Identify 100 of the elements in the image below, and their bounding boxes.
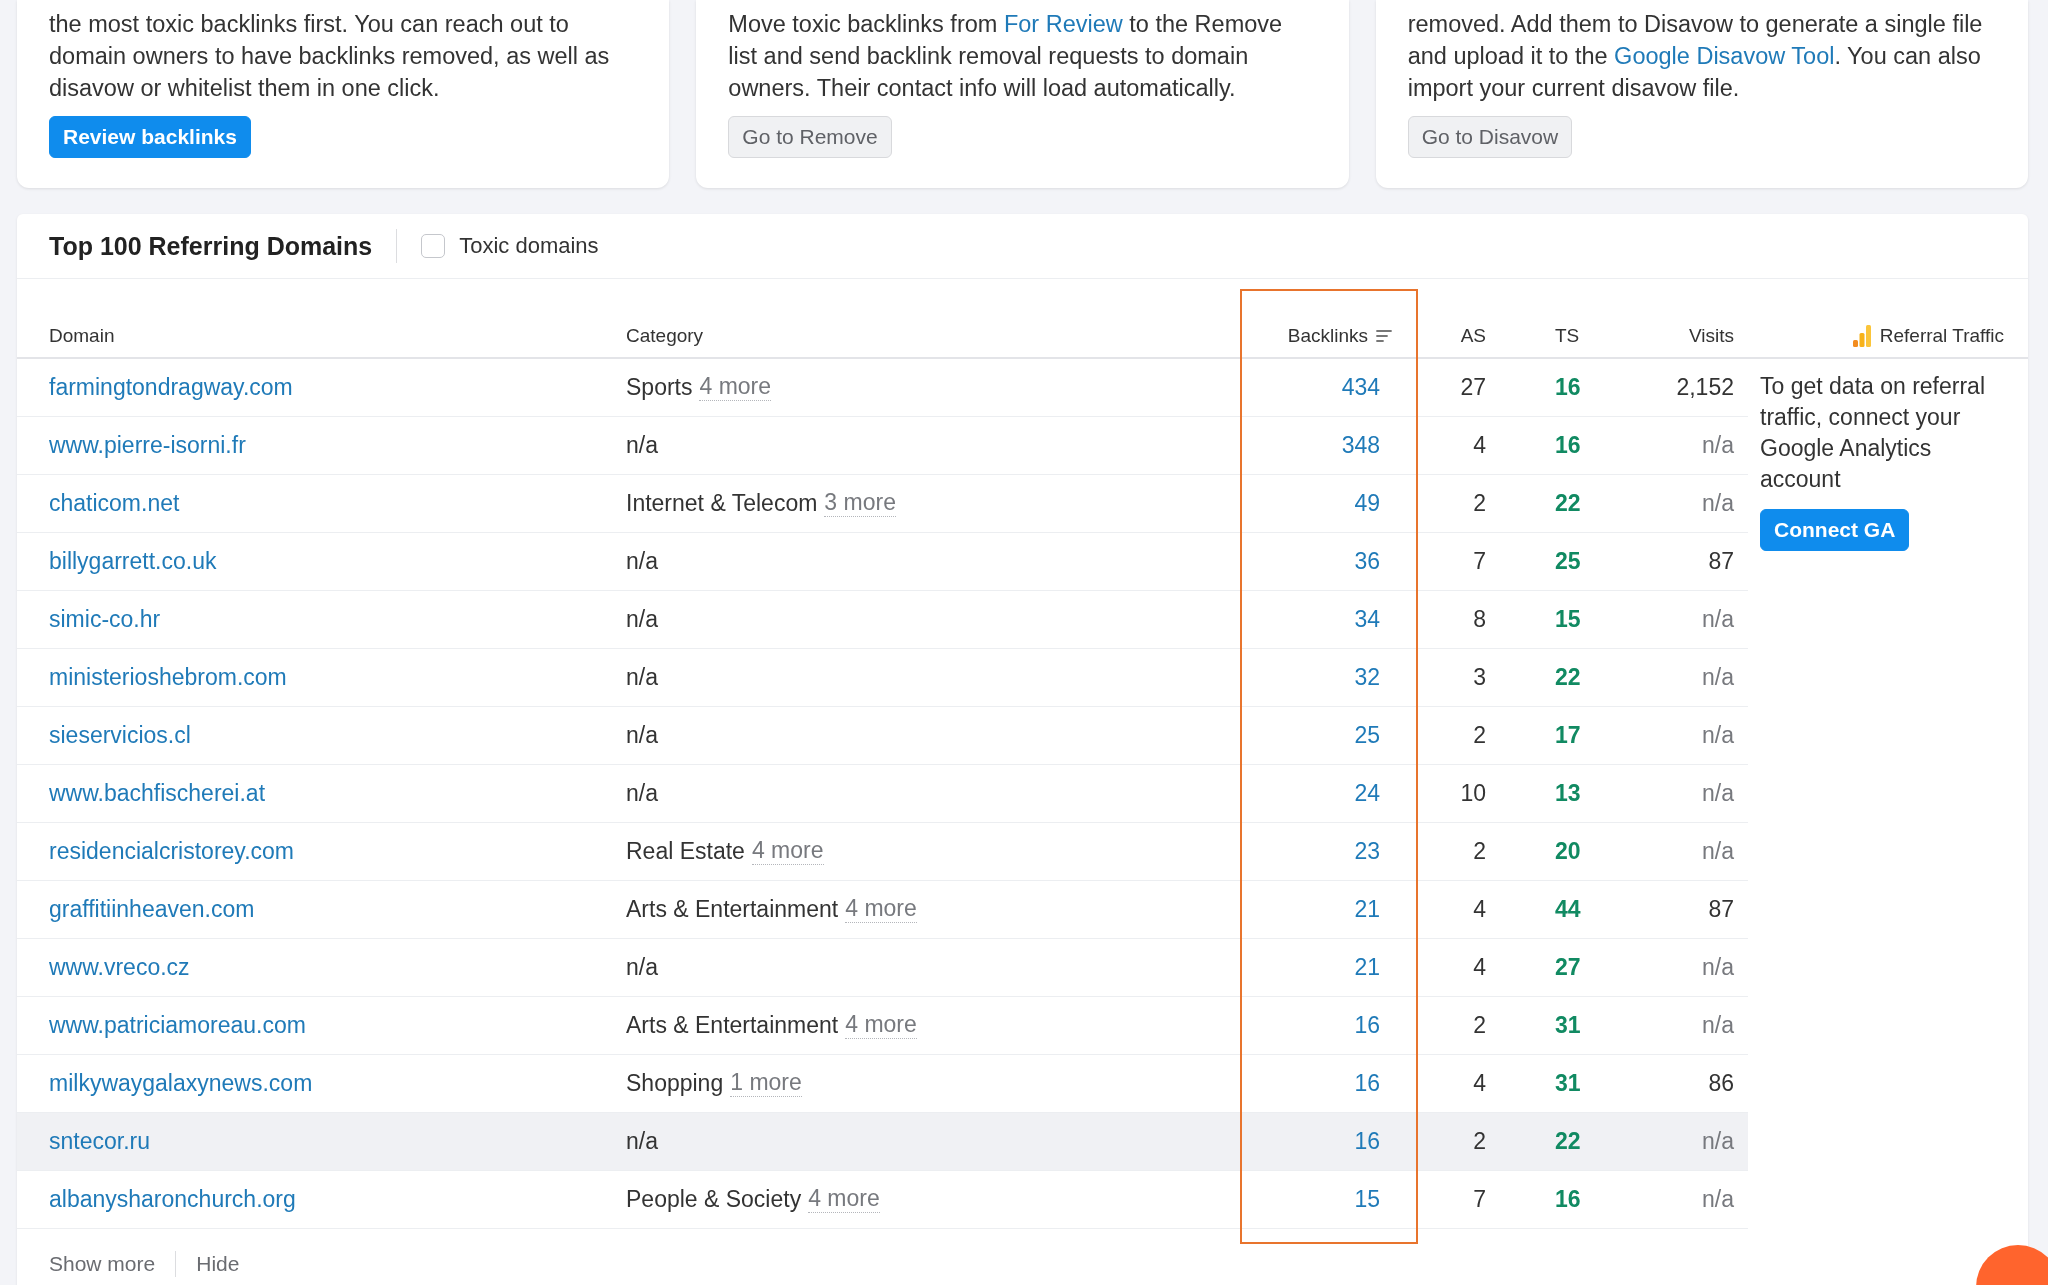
- domain-link[interactable]: sntecor.ru: [17, 1128, 150, 1155]
- text-link[interactable]: For Review: [1003, 11, 1123, 37]
- authority-score: 2: [1472, 838, 1487, 865]
- referral-message: To get data on referral traffic, connect your Google Analytics account: [1760, 372, 1987, 494]
- column-header[interactable]: Category: [626, 325, 704, 347]
- more-link[interactable]: 4 more: [808, 1186, 880, 1213]
- visits-value: n/a: [1701, 432, 1735, 459]
- backlinks-count[interactable]: 34: [1240, 606, 1418, 633]
- toxicity-score: 44: [1554, 896, 1582, 923]
- card-button[interactable]: Go to Disavow: [1407, 116, 1573, 158]
- backlinks-count[interactable]: 21: [1240, 896, 1418, 923]
- category-text: n/a: [626, 548, 658, 575]
- table-row[interactable]: www.pierre-isorni.fr n/a 348 4 16 n/a: [17, 417, 1748, 475]
- more-link[interactable]: 4 more: [845, 896, 917, 923]
- backlinks-count[interactable]: 16: [1240, 1070, 1418, 1097]
- footer-link[interactable]: Show more: [49, 1252, 156, 1276]
- more-link[interactable]: 3 more: [824, 490, 896, 517]
- bar-chart-icon: [1851, 325, 1872, 347]
- table-row[interactable]: milkywaygalaxynews.com Shopping 1 more 16 4 31 86: [17, 1055, 1748, 1113]
- table-row[interactable]: farmingtondragway.com Sports 4 more 434 27 16 2,152: [17, 359, 1748, 417]
- table-row[interactable]: billygarrett.co.uk n/a 36 7 25 87: [17, 533, 1748, 591]
- table-row[interactable]: residencialcristorey.com Real Estate 4 more 23 2 20 n/a: [17, 823, 1748, 881]
- authority-score: 4: [1472, 1070, 1487, 1097]
- backlinks-count[interactable]: 49: [1240, 490, 1418, 517]
- authority-score: 4: [1472, 954, 1487, 981]
- card-description: Move toxic backlinks from For Review to the Remove list and send backlink removal requests to domain owners. Their contact info will load automatically.: [728, 10, 1284, 103]
- domain-link[interactable]: simic-co.hr: [17, 606, 161, 633]
- domain-link[interactable]: billygarrett.co.uk: [17, 548, 217, 575]
- more-link[interactable]: 1 more: [730, 1070, 802, 1097]
- more-link[interactable]: 4 more: [699, 374, 772, 401]
- visits-value: n/a: [1701, 664, 1735, 691]
- toxicity-score: 13: [1554, 780, 1582, 807]
- category-text: People & Society: [626, 1186, 802, 1213]
- domain-link[interactable]: sieservicios.cl: [17, 722, 191, 749]
- column-header[interactable]: AS: [1460, 325, 1486, 347]
- visits-value: n/a: [1701, 838, 1735, 865]
- visits-value: n/a: [1701, 490, 1735, 517]
- table-row[interactable]: www.vreco.cz n/a 21 4 27 n/a: [17, 939, 1748, 997]
- column-header: Referral Traffic: [1879, 325, 2004, 347]
- backlinks-count[interactable]: 15: [1240, 1186, 1418, 1213]
- domain-link[interactable]: residencialcristorey.com: [17, 838, 294, 865]
- domain-link[interactable]: chaticom.net: [17, 490, 180, 517]
- text-link[interactable]: Google Disavow Tool: [1614, 43, 1835, 69]
- domain-link[interactable]: graffitiinheaven.com: [17, 896, 255, 923]
- visits-value: n/a: [1701, 1012, 1735, 1039]
- sort-icon: [1376, 329, 1392, 343]
- toxicity-score: 22: [1554, 664, 1582, 691]
- visits-value: 2,152: [1675, 374, 1735, 401]
- authority-score: 4: [1472, 896, 1487, 923]
- backlinks-count[interactable]: 25: [1240, 722, 1418, 749]
- toxicity-score: 16: [1554, 374, 1582, 401]
- table-row[interactable]: graffitiinheaven.com Arts & Entertainment 4 more 21 4 44 87: [17, 881, 1748, 939]
- domain-link[interactable]: farmingtondragway.com: [17, 374, 293, 401]
- category-text: Arts & Entertainment: [626, 1012, 839, 1039]
- connect-button[interactable]: Connect GA: [1760, 509, 1910, 551]
- column-header[interactable]: Backlinks: [1287, 325, 1368, 347]
- backlinks-count[interactable]: 36: [1240, 548, 1418, 575]
- column-header[interactable]: TS: [1555, 325, 1580, 347]
- table-row[interactable]: www.bachfischerei.at n/a 24 10 13 n/a: [17, 765, 1748, 823]
- backlinks-count[interactable]: 348: [1240, 432, 1418, 459]
- column-header[interactable]: Visits: [1688, 325, 1734, 347]
- card-button[interactable]: Go to Remove: [728, 116, 892, 158]
- category-text: n/a: [626, 722, 658, 749]
- category-text: Sports: [626, 374, 693, 401]
- table-row[interactable]: www.patriciamoreau.com Arts & Entertainment 4 more 16 2 31 n/a: [17, 997, 1748, 1055]
- more-link[interactable]: 4 more: [845, 1012, 917, 1039]
- domain-link[interactable]: www.pierre-isorni.fr: [17, 432, 246, 459]
- authority-score: 10: [1459, 780, 1487, 807]
- backlinks-count[interactable]: 16: [1240, 1128, 1418, 1155]
- backlinks-count[interactable]: 16: [1240, 1012, 1418, 1039]
- toxicity-score: 15: [1554, 606, 1582, 633]
- visits-value: n/a: [1701, 722, 1735, 749]
- authority-score: 7: [1472, 548, 1487, 575]
- table-row[interactable]: sieservicios.cl n/a 25 2 17 n/a: [17, 707, 1748, 765]
- category-text: n/a: [626, 432, 658, 459]
- table-row[interactable]: ministerioshebrom.com n/a 32 3 22 n/a: [17, 649, 1748, 707]
- domain-link[interactable]: milkywaygalaxynews.com: [17, 1070, 313, 1097]
- domain-link[interactable]: www.patriciamoreau.com: [17, 1012, 306, 1039]
- checkbox-label: Toxic domains: [459, 233, 599, 259]
- domain-link[interactable]: albanysharonchurch.org: [17, 1186, 296, 1213]
- domain-link[interactable]: www.bachfischerei.at: [17, 780, 266, 807]
- table-row[interactable]: chaticom.net Internet & Telecom 3 more 49 2 22 n/a: [17, 475, 1748, 533]
- more-link[interactable]: 4 more: [751, 838, 824, 865]
- authority-score: 2: [1472, 722, 1487, 749]
- table-row[interactable]: sntecor.ru n/a 16 2 22 n/a: [17, 1113, 1748, 1171]
- backlinks-count[interactable]: 24: [1240, 780, 1418, 807]
- backlinks-count[interactable]: 32: [1240, 664, 1418, 691]
- checkbox[interactable]: [421, 234, 446, 258]
- backlinks-count[interactable]: 434: [1240, 374, 1418, 401]
- domain-link[interactable]: www.vreco.cz: [17, 954, 190, 981]
- backlinks-count[interactable]: 21: [1240, 954, 1418, 981]
- category-text: Internet & Telecom: [626, 490, 818, 517]
- table-row[interactable]: simic-co.hr n/a 34 8 15 n/a: [17, 591, 1748, 649]
- footer-link[interactable]: Hide: [196, 1252, 240, 1276]
- backlinks-count[interactable]: 23: [1240, 838, 1418, 865]
- visits-value: 87: [1707, 896, 1735, 923]
- column-header[interactable]: Domain: [49, 325, 115, 347]
- card-button[interactable]: Review backlinks: [49, 116, 251, 158]
- table-row[interactable]: albanysharonchurch.org People & Society 4 more 15 7 16 n/a: [17, 1171, 1748, 1229]
- domain-link[interactable]: ministerioshebrom.com: [17, 664, 287, 691]
